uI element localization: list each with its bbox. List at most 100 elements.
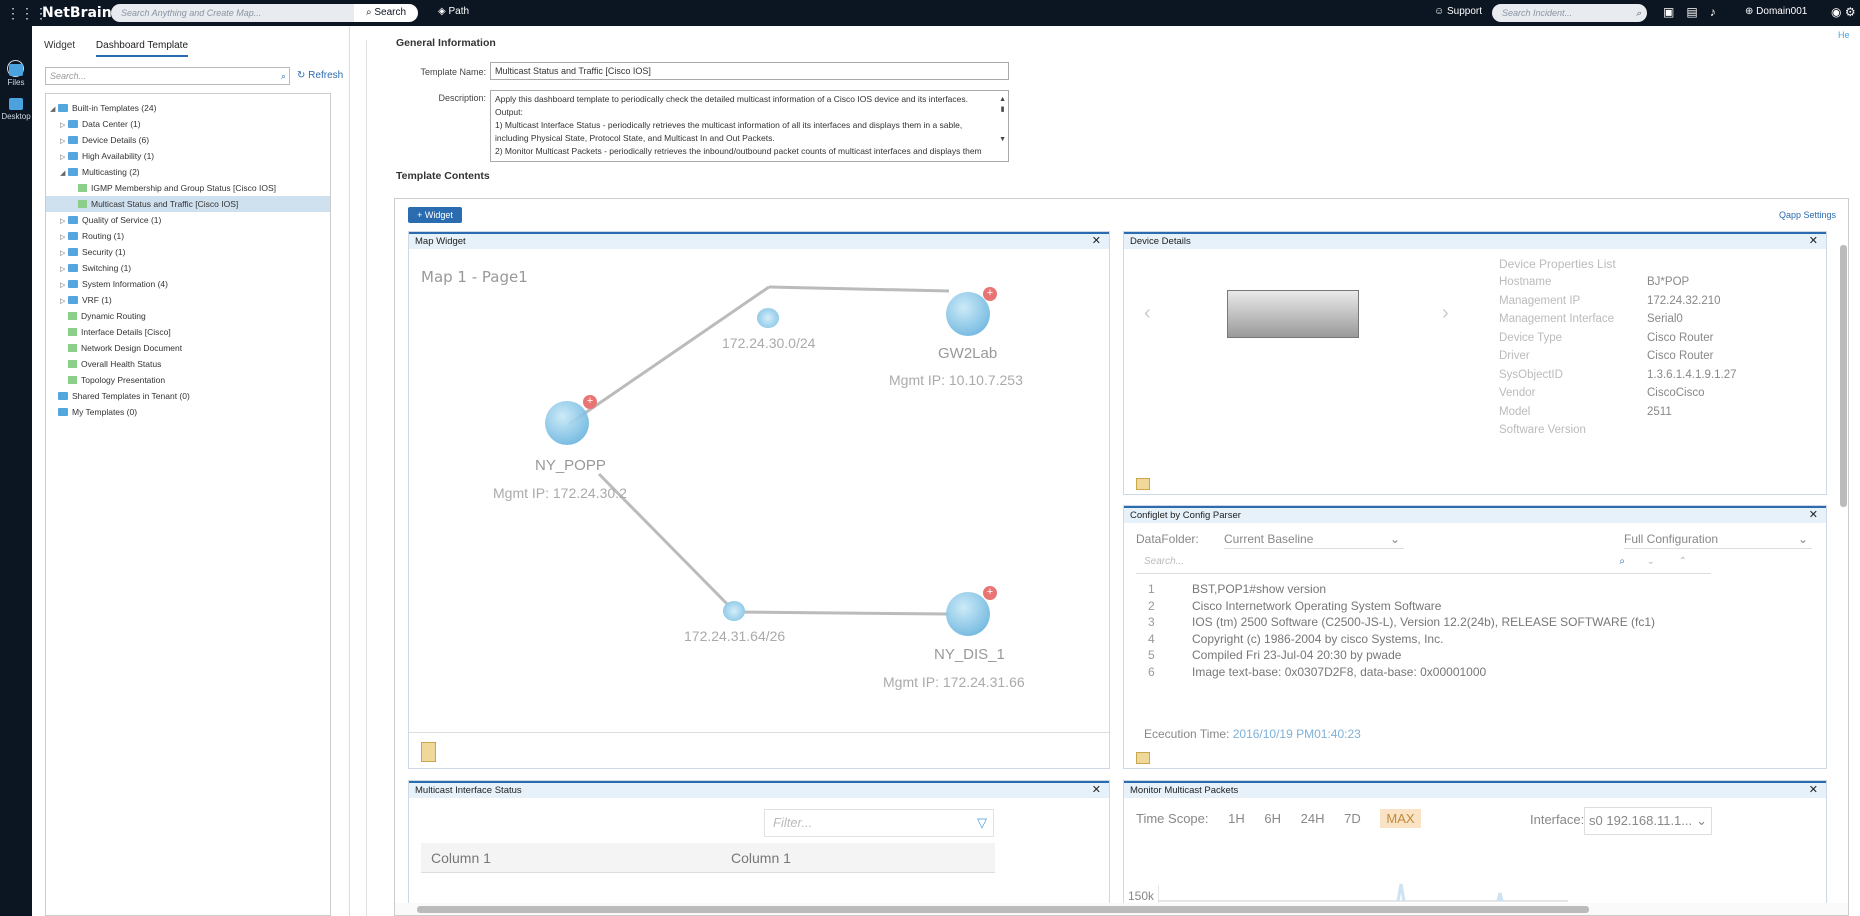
template-search-input[interactable]: Search... ⌕ <box>45 67 290 85</box>
incident-icon[interactable]: ▣ <box>1663 5 1674 19</box>
tree-folder[interactable]: Shared Templates in Tenant (0) <box>46 388 330 404</box>
template-name-input[interactable]: Multicast Status and Traffic [Cisco IOS] <box>490 62 1009 80</box>
support-button[interactable]: ☺ Support <box>1434 6 1482 17</box>
search-icon: ⌕ <box>365 7 372 18</box>
search-button[interactable]: ⌕ Search <box>354 4 418 22</box>
folder-icon <box>58 408 68 416</box>
template-canvas: + Widget Qapp Settings Map Widget ✕ Map 1… <box>394 198 1849 916</box>
alert-badge-icon: + <box>983 287 997 301</box>
tree-folder[interactable]: ▷ System Information (4) <box>46 276 330 292</box>
template-icon <box>78 200 87 208</box>
line-number: 4 <box>1148 631 1155 646</box>
tree-folder[interactable]: ▷ High Availability (1) <box>46 148 330 164</box>
top-bar: ⋮⋮⋮ NetBrain Search Anything and Create … <box>0 0 1860 26</box>
router-icon[interactable] <box>545 401 589 445</box>
note-icon[interactable] <box>1136 478 1150 490</box>
tree-item[interactable]: Network Design Document <box>46 340 330 356</box>
tree-folder[interactable]: ▷ Routing (1) <box>46 228 330 244</box>
global-search-input[interactable]: Search Anything and Create Map... <box>111 4 354 22</box>
tree-item[interactable]: Dynamic Routing <box>46 308 330 324</box>
search-icon[interactable]: ⌕ <box>1619 556 1625 567</box>
tree-item[interactable]: Overall Health Status <box>46 356 330 372</box>
next-match-icon[interactable]: ⌄ <box>1647 556 1655 567</box>
help-link[interactable]: He <box>1838 30 1856 40</box>
next-arrow-icon[interactable]: › <box>1442 302 1449 325</box>
tree-item[interactable]: Multicast Status and Traffic [Cisco IOS] <box>46 196 330 212</box>
user-icon[interactable]: ◉ <box>1831 5 1841 19</box>
interface-select[interactable]: s0 192.168.11.1... ⌄ <box>1584 807 1712 835</box>
vertical-scrollbar[interactable] <box>1838 235 1848 905</box>
scope-max[interactable]: MAX <box>1380 809 1421 828</box>
chat-icon[interactable]: ▤ <box>1686 5 1697 19</box>
tree-folder[interactable]: ▷ Data Center (1) <box>46 116 330 132</box>
tree-folder[interactable]: ▷ Quality of Service (1) <box>46 212 330 228</box>
scope-24h[interactable]: 24H <box>1301 811 1325 826</box>
horizontal-scrollbar[interactable] <box>395 903 1848 915</box>
domain-selector[interactable]: ⊕ Domain001 <box>1745 6 1807 17</box>
column-header[interactable]: Column 1 <box>731 843 791 873</box>
tree-folder[interactable]: ▷ Security (1) <box>46 244 330 260</box>
scope-7d[interactable]: 7D <box>1344 811 1361 826</box>
datafolder-select[interactable]: Current Baseline ⌄ <box>1224 532 1404 549</box>
left-rail: + Files Desktop <box>0 26 32 916</box>
filter-input[interactable]: Filter... ▽ <box>764 809 994 837</box>
view-select[interactable]: Full Configuration ⌄ <box>1624 532 1812 549</box>
description-label: Description: <box>438 93 486 103</box>
tree-folder[interactable]: ◢ Built-in Templates (24) <box>46 100 330 116</box>
router-icon[interactable] <box>946 592 990 636</box>
bell-icon[interactable]: ♪ <box>1710 5 1716 19</box>
tree-folder[interactable]: My Templates (0) <box>46 404 330 420</box>
qapp-settings-link[interactable]: Qapp Settings <box>1779 210 1836 220</box>
property-key: Model <box>1499 405 1531 418</box>
tree-item[interactable]: Topology Presentation <box>46 372 330 388</box>
filter-icon[interactable]: ▽ <box>977 810 987 836</box>
tree-item[interactable]: IGMP Membership and Group Status [Cisco … <box>46 180 330 196</box>
search-icon: ⌕ <box>1635 8 1641 18</box>
execution-time: Ececution Time: 2016/10/19 PM01:40:23 <box>1144 727 1361 741</box>
note-icon[interactable] <box>421 742 436 762</box>
property-key: Device Type <box>1499 331 1563 344</box>
description-textarea[interactable]: Apply this dashboard template to periodi… <box>490 90 1009 162</box>
scope-1h[interactable]: 1H <box>1228 811 1245 826</box>
device-image <box>1227 290 1359 338</box>
line-number: 3 <box>1148 615 1155 629</box>
folder-icon <box>68 280 78 288</box>
config-search-input[interactable]: Search... ⌕ ⌄ ⌃ <box>1136 556 1711 574</box>
files-button[interactable]: Files <box>0 64 32 87</box>
subnet-hub-icon[interactable] <box>757 308 779 328</box>
tree-folder[interactable]: ◢ Multicasting (2) <box>46 164 330 180</box>
subnet-hub-icon[interactable] <box>723 601 745 621</box>
tree-folder[interactable]: ▷ VRF (1) <box>46 292 330 308</box>
close-icon[interactable]: ✕ <box>1809 508 1818 523</box>
column-header[interactable]: Column 1 <box>431 843 491 873</box>
close-icon[interactable]: ✕ <box>1809 783 1818 798</box>
path-icon: ◈ <box>438 6 446 17</box>
template-panel: Widget Dashboard Template Search... ⌕ ↻ R… <box>32 26 350 916</box>
path-button[interactable]: ◈ Path <box>438 6 469 17</box>
prev-arrow-icon[interactable]: ‹ <box>1144 302 1151 325</box>
desktop-button[interactable]: Desktop <box>0 98 32 121</box>
tab-widget[interactable]: Widget <box>44 40 75 55</box>
tab-dashboard-template[interactable]: Dashboard Template <box>95 40 189 57</box>
note-icon[interactable] <box>1136 752 1150 764</box>
tree-folder[interactable]: ▷ Device Details (6) <box>46 132 330 148</box>
template-icon <box>68 344 77 352</box>
refresh-button[interactable]: ↻ Refresh <box>297 70 343 81</box>
apps-grid-icon[interactable]: ⋮⋮⋮ <box>6 6 48 20</box>
device-name: NY_DIS_1 <box>934 646 1005 663</box>
time-scope: Time Scope: 1H 6H 24H 7D MAX <box>1136 809 1421 828</box>
router-icon[interactable] <box>946 292 990 336</box>
incident-search-input[interactable]: Search Incident... ⌕ <box>1492 4 1647 22</box>
close-icon[interactable]: ✕ <box>1092 783 1101 798</box>
prev-match-icon[interactable]: ⌃ <box>1679 556 1687 567</box>
add-widget-button[interactable]: + Widget <box>408 207 462 223</box>
tree-folder[interactable]: ▷ Switching (1) <box>46 260 330 276</box>
description-scrollbar[interactable]: ▲ ▮ ▼ <box>999 95 1006 145</box>
config-line: 3 IOS (tm) 2500 Software (C2500-JS-L), Ve… <box>1148 615 1655 629</box>
close-icon[interactable]: ✕ <box>1809 234 1818 249</box>
search-icon[interactable]: ⌕ <box>281 68 286 84</box>
close-icon[interactable]: ✕ <box>1092 234 1101 249</box>
scope-6h[interactable]: 6H <box>1264 811 1281 826</box>
settings-icon[interactable]: ⚙ <box>1845 5 1856 19</box>
tree-item[interactable]: Interface Details [Cisco] <box>46 324 330 340</box>
